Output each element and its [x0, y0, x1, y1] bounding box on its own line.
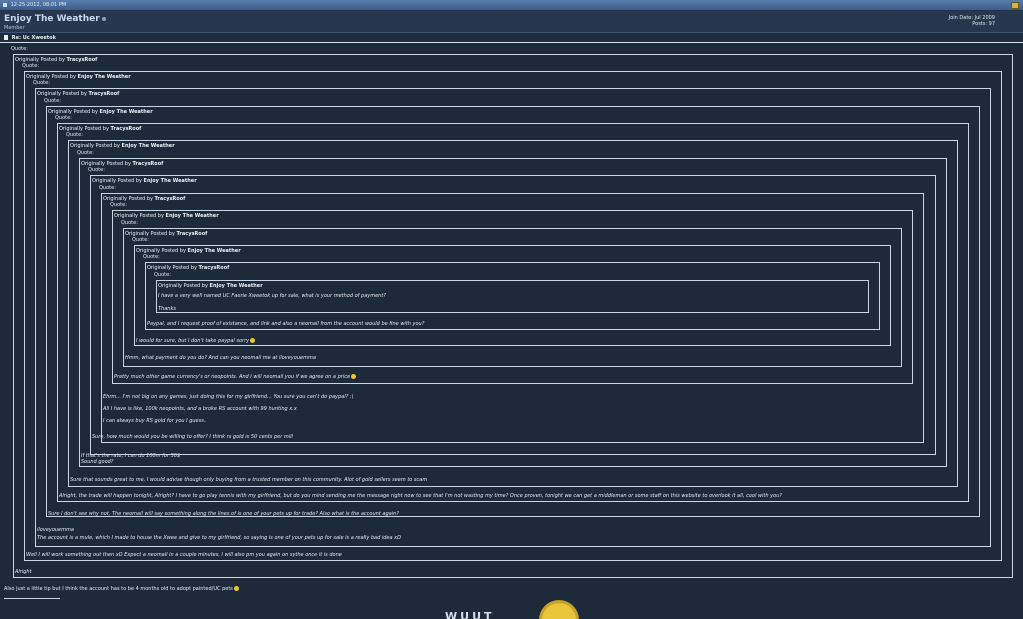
quote-author-line: Originally Posted by Enjoy The Weather: [92, 178, 197, 184]
quote-author-line: Originally Posted by Enjoy The Weather: [70, 143, 175, 149]
online-status-icon: [101, 16, 106, 21]
quote-label: Quote:: [33, 80, 50, 86]
quote-text: Sure I don't see why not, The neomail wi…: [48, 511, 399, 517]
quote-author[interactable]: TracysRoof: [177, 231, 208, 237]
post-count: Posts: 97: [972, 21, 995, 27]
quote-author[interactable]: Enjoy The Weather: [210, 283, 263, 289]
quote-label: Quote:: [121, 220, 138, 226]
quote-text: Paypal, and I request proof of existance…: [147, 321, 425, 327]
user-info-bar: Enjoy The Weather Member Join Date: Jul …: [0, 11, 1023, 33]
originally-posted-by: Originally Posted by: [92, 178, 144, 184]
quote-text: Alright, the trade will happen tonight, …: [59, 493, 782, 499]
quote-author[interactable]: Enjoy The Weather: [78, 74, 131, 80]
quote-author[interactable]: TracysRoof: [155, 196, 186, 202]
post-title: Re: Uc Xweetok: [11, 35, 56, 41]
smile-icon: [233, 586, 239, 591]
post-body: Quote: Originally Posted by TracysRoof Alr…: [0, 44, 1023, 619]
signature-divider: [4, 598, 60, 599]
quote-label: Quote:: [11, 46, 28, 52]
quote-text: iloveyouemma: [37, 527, 74, 533]
quote-author[interactable]: TracysRoof: [111, 126, 142, 132]
signature-image: WUUT: [445, 603, 581, 619]
quote-text: Hmm, what payment do you do? And can you…: [125, 355, 316, 361]
quote-label: Quote:: [88, 167, 105, 173]
quote-text: Alright: [15, 569, 32, 575]
quote-author[interactable]: TracysRoof: [199, 265, 230, 271]
username-link[interactable]: Enjoy The Weather: [4, 14, 106, 24]
quote-author[interactable]: Enjoy The Weather: [166, 213, 219, 219]
quote-label: Quote:: [44, 98, 61, 104]
quote-label: Quote:: [154, 272, 171, 278]
quote-label: Quote:: [143, 254, 160, 260]
sun-icon: [542, 603, 576, 619]
originally-posted-by: Originally Posted by: [70, 143, 122, 149]
smile-icon: [250, 338, 256, 343]
quote-text: Ehrm... I'm not big on any games, just d…: [103, 394, 354, 400]
quote-label: Quote:: [66, 132, 83, 138]
quote-author-line: Originally Posted by Enjoy The Weather: [114, 213, 219, 219]
originally-posted-by: Originally Posted by: [158, 283, 210, 289]
post-header-bar: 12-25-2012, 08:01 PM: [0, 0, 1023, 11]
quote-text: Thanks: [158, 306, 176, 312]
quote-author[interactable]: TracysRoof: [133, 161, 164, 167]
quote-text: I would for sure, but I don't take paypa…: [136, 338, 256, 344]
quote-text: Sure that sounds great to me, I would ad…: [70, 477, 428, 483]
quote-label: Quote:: [22, 63, 39, 69]
quote-text: Well I will work something out then xD E…: [26, 552, 342, 558]
quote-label: Quote:: [99, 185, 116, 191]
post-datetime: 12-25-2012, 08:01 PM: [10, 2, 67, 8]
user-title: Member: [4, 25, 25, 31]
originally-posted-by: Originally Posted by: [147, 265, 199, 271]
quote-author[interactable]: TracysRoof: [67, 57, 98, 63]
quote-author[interactable]: Enjoy The Weather: [122, 143, 175, 149]
originally-posted-by: Originally Posted by: [37, 91, 89, 97]
signature-text: WUUT: [445, 610, 495, 619]
quote-label: Quote:: [132, 237, 149, 243]
quote-label: Quote:: [55, 115, 72, 121]
quote-text: Sound good?: [81, 459, 114, 465]
quote-author-line: Originally Posted by Enjoy The Weather: [158, 283, 263, 289]
quote-author-line: Originally Posted by TracysRoof: [37, 91, 119, 97]
quote-text: Pretty much other game currency's or neo…: [114, 374, 357, 380]
smile-icon: [351, 374, 357, 379]
quote-author[interactable]: Enjoy The Weather: [144, 178, 197, 184]
quote-author[interactable]: TracysRoof: [89, 91, 120, 97]
post-title-bar: Re: Uc Xweetok: [0, 33, 1023, 43]
quote-author[interactable]: Enjoy The Weather: [100, 109, 153, 115]
quote-text: All I have is like, 100k neopoints, and …: [103, 406, 297, 412]
originally-posted-by: Originally Posted by: [114, 213, 166, 219]
quote-label: Quote:: [77, 150, 94, 156]
quote-text: I can always buy RS gold for you I guess…: [103, 418, 208, 424]
post-status-icon: [3, 2, 7, 7]
quote-text: The account is a mule, which I made to h…: [37, 535, 401, 541]
document-icon: [4, 35, 8, 40]
quote-author-line: Originally Posted by TracysRoof: [147, 265, 229, 271]
quote-label: Quote:: [110, 202, 127, 208]
quote-text: I have a very well named UC Faerie Xweet…: [158, 293, 386, 299]
post-link-icon[interactable]: [1011, 2, 1019, 9]
user-stats: Join Date: Jul 2009 Posts: 97: [949, 15, 995, 27]
post-footer-text: Also just a little tip but I think the a…: [4, 586, 239, 592]
quote-author[interactable]: Enjoy The Weather: [188, 248, 241, 254]
